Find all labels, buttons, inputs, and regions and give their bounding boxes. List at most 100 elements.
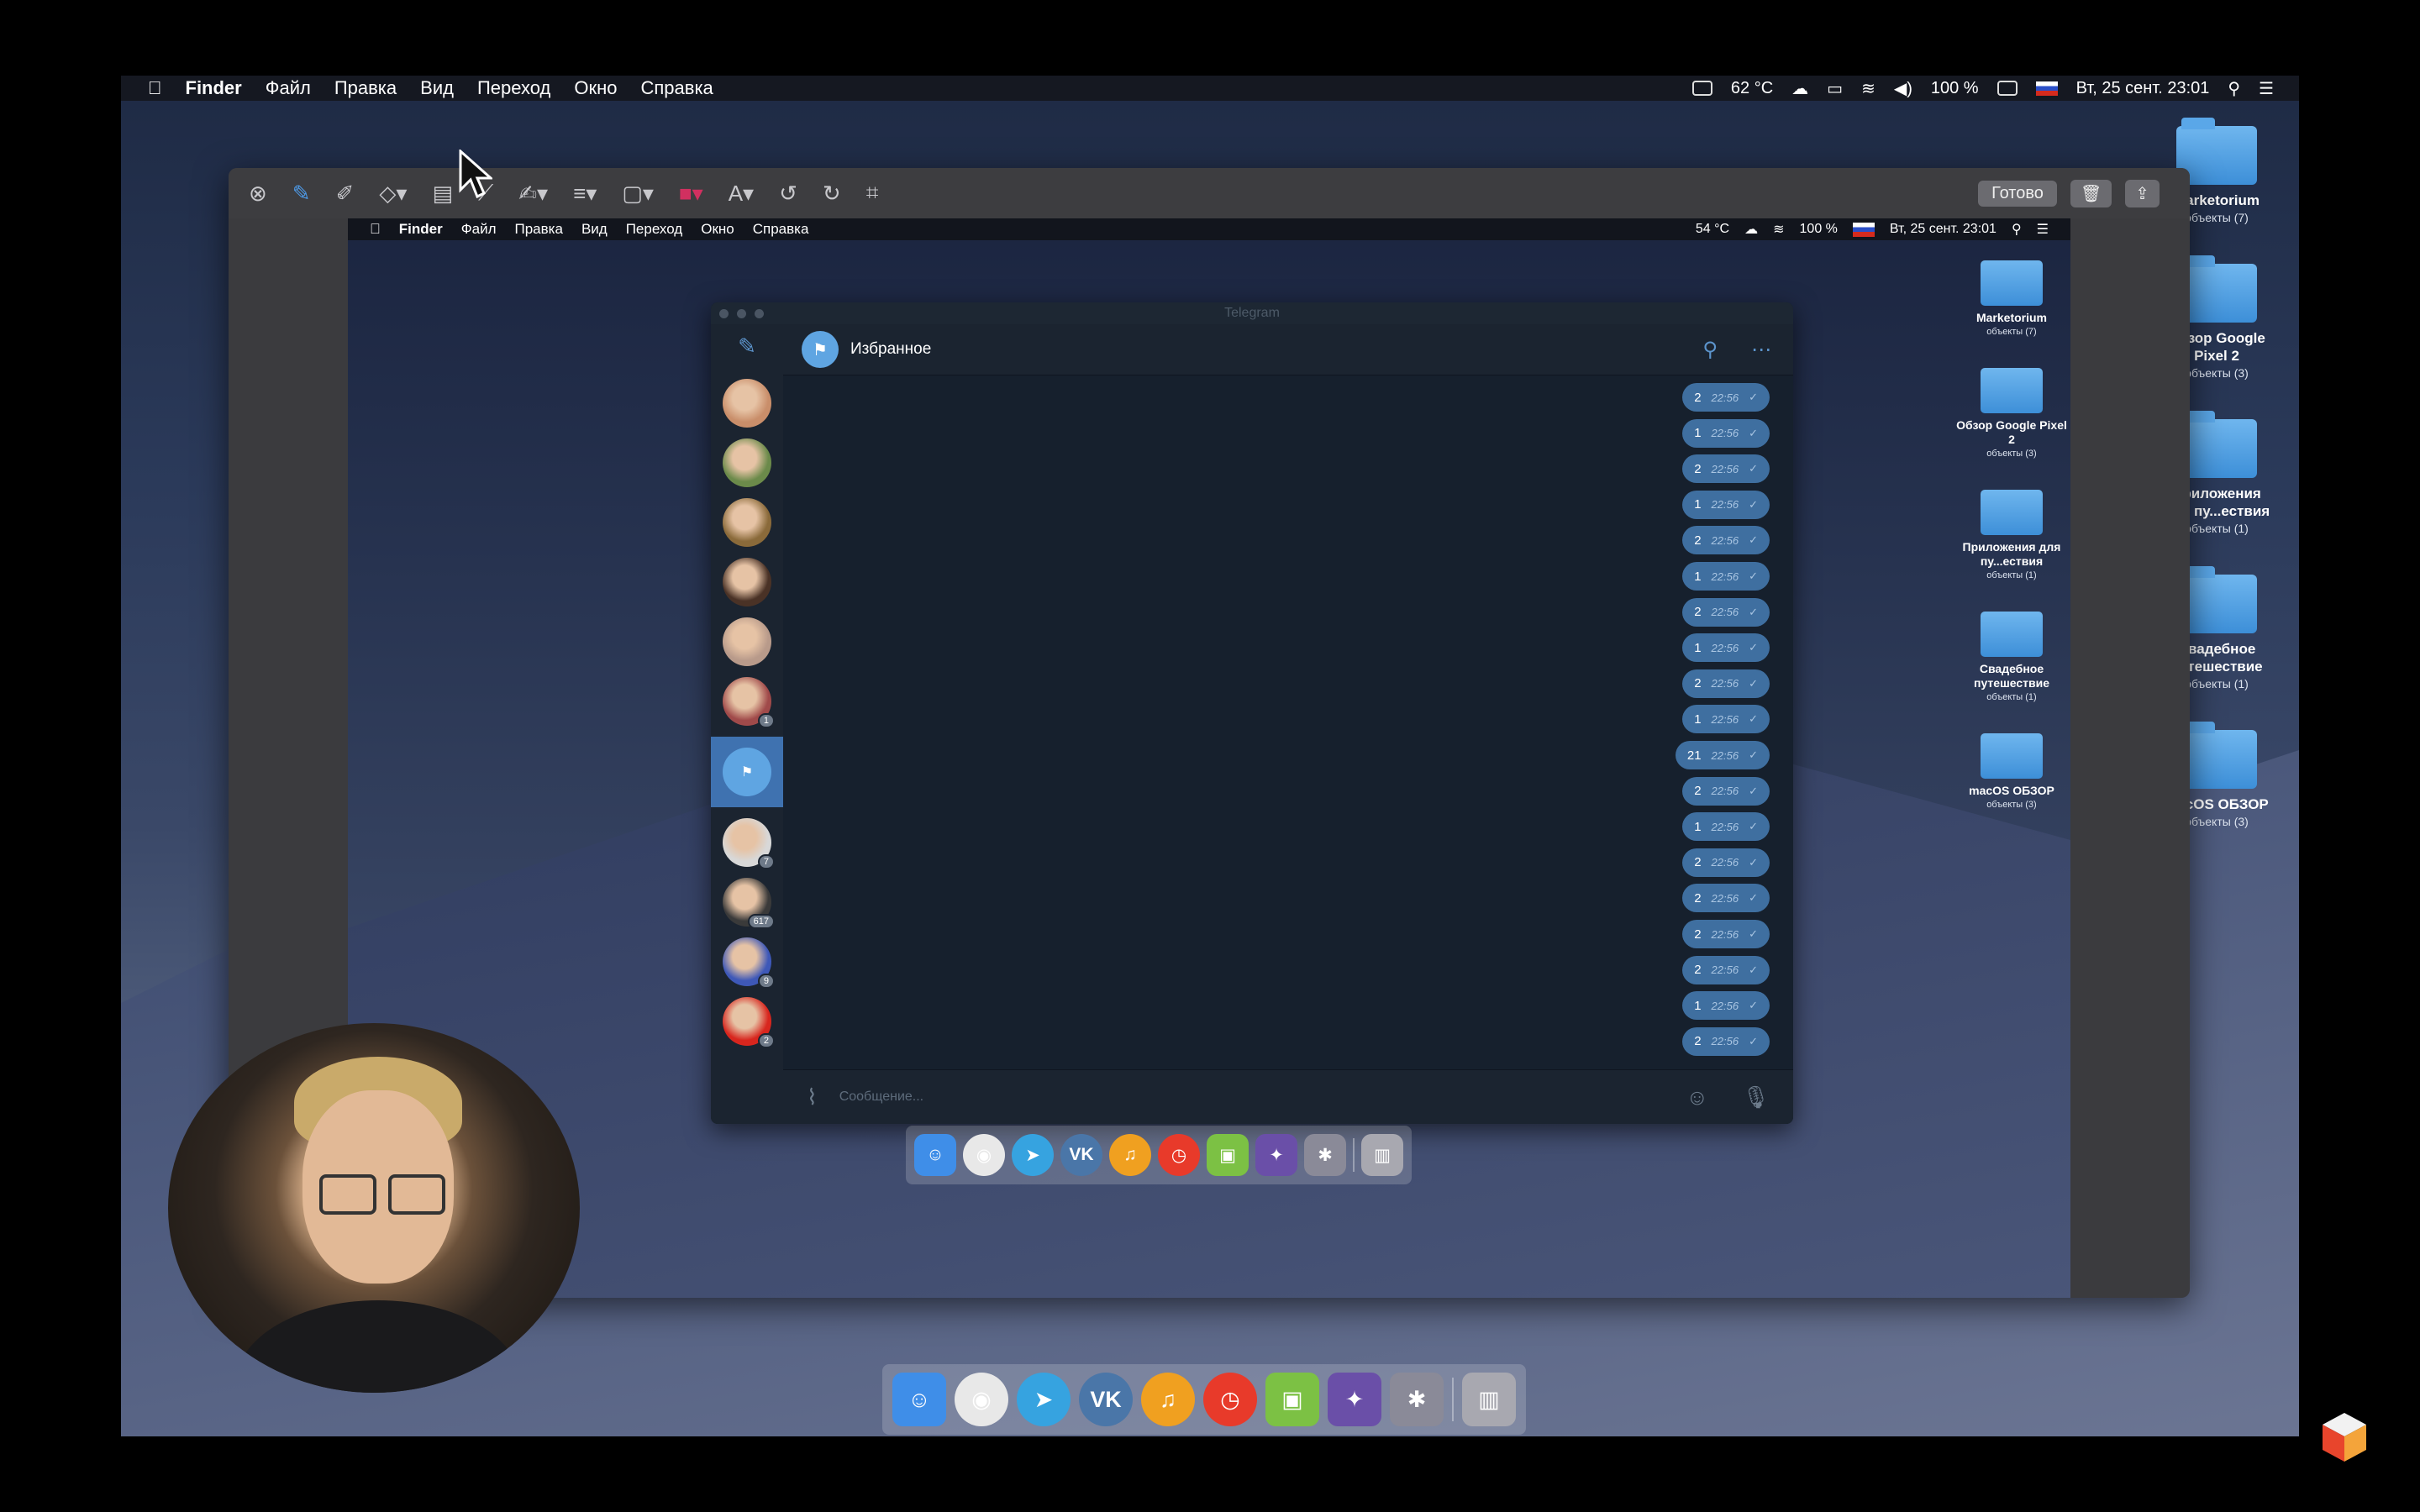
folder-icon — [1981, 612, 2043, 657]
dock-android-icon[interactable]: ▣ — [1265, 1373, 1319, 1426]
dock-finder-icon[interactable]: ☺ — [914, 1134, 956, 1176]
folder-name: macOS ОБЗОР — [1969, 784, 2054, 797]
sign-icon[interactable]: ✍▾ — [518, 181, 548, 207]
rotate-left-icon[interactable]: ↺ — [779, 181, 797, 207]
dock-telegram-icon[interactable]: ➤ — [1012, 1134, 1054, 1176]
message-bubble[interactable]: 2 22:56 ✓ — [1682, 526, 1770, 555]
message-bubble[interactable]: 2 22:56 ✓ — [1682, 848, 1770, 877]
chat-list-item[interactable] — [711, 617, 783, 666]
message-bubble[interactable]: 2 22:56 ✓ — [1682, 597, 1770, 627]
dock-trash-icon[interactable]: ▥ — [1462, 1373, 1516, 1426]
message-bubble[interactable]: 1 22:56 ✓ — [1682, 633, 1770, 663]
shapes-icon[interactable]: ◇▾ — [379, 181, 407, 207]
dock-finder-icon[interactable]: ☺ — [892, 1373, 946, 1426]
menu-go[interactable]: Переход — [477, 77, 550, 99]
telegram-chat-list: ✎ 1 ⚑ 7 617 9 2 — [711, 324, 783, 1124]
share-icon[interactable]: ⇪ — [2125, 179, 2160, 207]
compose-icon[interactable]: ✎ — [711, 324, 783, 368]
border-color-icon[interactable]: ▢▾ — [622, 181, 654, 207]
chat-list-item[interactable] — [711, 498, 783, 547]
chat-list-item[interactable] — [711, 558, 783, 606]
dock-final-cut-icon[interactable]: ✦ — [1328, 1373, 1381, 1426]
clock[interactable]: Вт, 25 сент. 23:01 — [2076, 79, 2210, 98]
text-style-icon[interactable]: A▾ — [729, 181, 754, 207]
message-bubble[interactable]: 2 22:56 ✓ — [1682, 920, 1770, 948]
battery-icon[interactable] — [1996, 81, 2018, 96]
message-bubble[interactable]: 2 22:56 ✓ — [1682, 454, 1770, 484]
message-bubble[interactable]: 1 22:56 ✓ — [1682, 991, 1770, 1021]
airplay-icon[interactable]: ▭ — [1827, 78, 1843, 99]
spotlight-search-icon[interactable]: ⚲ — [2228, 78, 2240, 99]
input-source-flag-icon[interactable] — [2035, 81, 2058, 96]
message-bubble[interactable]: 2 22:56 ✓ — [1682, 884, 1770, 913]
menu-help[interactable]: Справка — [640, 77, 713, 99]
crop-icon[interactable]: ⌗ — [866, 180, 879, 207]
dock-final-cut-icon[interactable]: ✦ — [1255, 1134, 1297, 1176]
avatar — [723, 438, 771, 487]
trash-icon[interactable]: 🗑 — [2070, 179, 2112, 207]
battery-percent[interactable]: 100 % — [1931, 79, 1979, 98]
chat-list-item[interactable] — [711, 379, 783, 428]
dock-music-icon[interactable]: ♫ — [1141, 1373, 1195, 1426]
wifi-icon[interactable]: ≋ — [1861, 78, 1876, 99]
dock-video-icon[interactable]: ✱ — [1390, 1373, 1444, 1426]
dock-vk-icon[interactable]: VK — [1079, 1373, 1133, 1426]
dock-chrome-icon[interactable]: ◉ — [955, 1373, 1008, 1426]
volume-icon[interactable]: ◀) — [1894, 78, 1912, 99]
sketch-pen-icon[interactable]: ✎ — [292, 181, 311, 207]
dock-timer-icon[interactable]: ◷ — [1203, 1373, 1257, 1426]
chat-list-item[interactable] — [711, 438, 783, 487]
dock-android-icon[interactable]: ▣ — [1207, 1134, 1249, 1176]
chat-list-item[interactable]: 1 — [711, 677, 783, 728]
message-bubble[interactable]: 21 22:56 ✓ — [1675, 741, 1770, 769]
dock-music-icon[interactable]: ♫ — [1109, 1134, 1151, 1176]
notification-center-icon[interactable]: ☰ — [2259, 78, 2274, 99]
message-bubble[interactable]: 1 22:56 ✓ — [1682, 562, 1770, 591]
folder-count: объекты (3) — [1986, 800, 2037, 810]
temperature-readout[interactable]: 62 °C — [1731, 79, 1773, 98]
message-bubble[interactable]: 2 22:56 ✓ — [1682, 669, 1770, 698]
fill-color-icon[interactable]: ■▾ — [679, 181, 703, 207]
close-icon[interactable]: ⊗ — [249, 181, 267, 207]
chat-search-icon[interactable]: ⚲ — [1702, 338, 1718, 362]
chat-list-item[interactable]: ⚑ — [711, 737, 783, 807]
attach-icon[interactable]: ⌇ — [807, 1084, 818, 1110]
dock-video-icon[interactable]: ✱ — [1304, 1134, 1346, 1176]
emoji-icon[interactable]: ☺ — [1686, 1084, 1708, 1110]
dock-telegram-icon[interactable]: ➤ — [1017, 1373, 1071, 1426]
menu-edit[interactable]: Правка — [334, 77, 397, 99]
message-bubble[interactable]: 2 22:56 ✓ — [1682, 776, 1770, 806]
chat-list-item[interactable]: 2 — [711, 997, 783, 1048]
menu-app-name[interactable]: Finder — [186, 77, 242, 99]
apple-icon[interactable]:  — [148, 77, 162, 99]
dock-trash-icon[interactable]: ▥ — [1361, 1134, 1403, 1176]
dock-chrome-icon[interactable]: ◉ — [963, 1134, 1005, 1176]
menu-file[interactable]: Файл — [266, 77, 311, 99]
message-bubble[interactable]: 2 22:56 ✓ — [1682, 955, 1770, 984]
draw-brush-icon[interactable]: ✐ — [336, 181, 355, 207]
more-options-icon[interactable]: ⋯ — [1751, 338, 1771, 362]
menu-view[interactable]: Вид — [420, 77, 454, 99]
message-bubble[interactable]: 2 22:56 ✓ — [1682, 1026, 1770, 1056]
message-input[interactable]: Сообщение... — [839, 1089, 923, 1105]
message-bubble[interactable]: 1 22:56 ✓ — [1682, 490, 1770, 519]
message-bubble[interactable]: 2 22:56 ✓ — [1682, 383, 1770, 412]
message-bubble[interactable]: 1 22:56 ✓ — [1682, 705, 1770, 734]
text-box-icon[interactable]: ▤ — [432, 181, 453, 207]
menu-window[interactable]: Окно — [574, 77, 617, 99]
line-style-icon[interactable]: ≡▾ — [573, 181, 597, 207]
chat-list-item[interactable]: 9 — [711, 937, 783, 989]
screen-record-icon[interactable] — [1691, 81, 1712, 96]
microphone-icon[interactable]: 🎙 — [1742, 1084, 1770, 1110]
dock-vk-icon[interactable]: VK — [1060, 1134, 1102, 1176]
chat-title[interactable]: Избранное — [850, 340, 931, 359]
chat-list-item[interactable]: 7 — [711, 818, 783, 869]
message-bubble[interactable]: 1 22:56 ✓ — [1682, 812, 1770, 842]
chat-list-item[interactable]: 617 — [711, 878, 783, 929]
dock-timer-icon[interactable]: ◷ — [1158, 1134, 1200, 1176]
message-bubble[interactable]: 1 22:56 ✓ — [1682, 418, 1770, 448]
rotate-right-icon[interactable]: ↻ — [823, 181, 841, 207]
folder-name: Приложения для пу...ествия — [1962, 540, 2061, 568]
done-button[interactable]: Готово — [1978, 180, 2057, 207]
cloud-icon[interactable]: ☁ — [1791, 78, 1808, 99]
